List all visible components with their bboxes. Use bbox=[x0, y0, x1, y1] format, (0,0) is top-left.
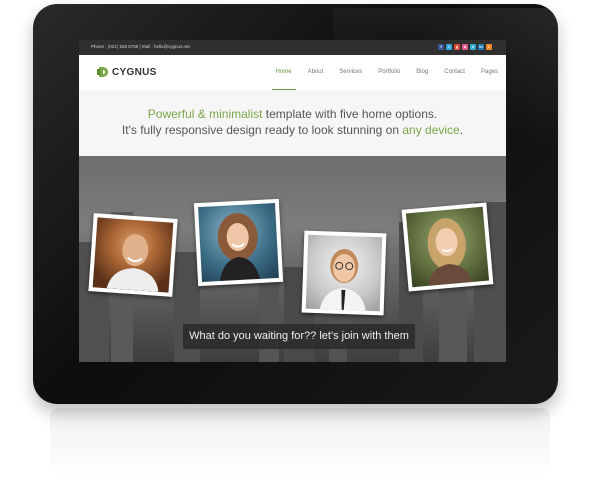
team-photo-1 bbox=[88, 213, 178, 297]
google-plus-icon[interactable]: g bbox=[454, 44, 460, 50]
man-glasses-portrait bbox=[319, 249, 366, 311]
woman-blonde-portrait bbox=[427, 218, 473, 286]
dribbble-icon[interactable]: d bbox=[462, 44, 468, 50]
nav-item-about[interactable]: About bbox=[300, 55, 332, 90]
tagline-highlight-1: Powerful & minimalist bbox=[147, 107, 263, 121]
join-caption: What do you waiting for?? let's join wit… bbox=[183, 324, 415, 349]
contact-info: Phone : (021) 555 6789 | Mail : hello@cy… bbox=[91, 44, 190, 49]
nav-item-services[interactable]: Services bbox=[331, 55, 370, 90]
main-nav: Home About Services Portfolio Blog Contact Pag… bbox=[268, 55, 506, 90]
tablet-reflection bbox=[50, 408, 550, 478]
man-bald-portrait bbox=[106, 234, 159, 292]
hero-tagline: Powerful & minimalist template with five… bbox=[79, 90, 506, 156]
tagline-line-2: It's fully responsive design ready to lo… bbox=[79, 123, 506, 137]
facebook-icon[interactable]: f bbox=[438, 44, 444, 50]
team-photo-3 bbox=[301, 230, 387, 316]
nav-item-pages[interactable]: Pages bbox=[473, 55, 506, 90]
tagline-highlight-2: any device bbox=[402, 123, 460, 137]
nav-item-contact[interactable]: Contact bbox=[436, 55, 473, 90]
tagline-line-1: Powerful & minimalist template with five… bbox=[79, 107, 506, 121]
city-background: What do you waiting for?? let's join wit… bbox=[79, 156, 506, 362]
rss-icon[interactable]: r bbox=[486, 44, 492, 50]
nav-item-blog[interactable]: Blog bbox=[408, 55, 436, 90]
social-links: f t g d v in r bbox=[438, 44, 492, 50]
woman-curly-portrait bbox=[217, 213, 260, 282]
linkedin-icon[interactable]: in bbox=[478, 44, 484, 50]
website-screen: Phone : (021) 555 6789 | Mail : hello@cy… bbox=[79, 40, 506, 362]
nav-item-home[interactable]: Home bbox=[268, 55, 300, 90]
team-photo-4 bbox=[401, 202, 494, 292]
top-bar: Phone : (021) 555 6789 | Mail : hello@cy… bbox=[79, 40, 506, 55]
tagline-text-2b: . bbox=[459, 123, 464, 137]
team-photo-2 bbox=[193, 198, 284, 287]
tagline-text-1: template with five home options. bbox=[262, 107, 438, 121]
tagline-text-2a: It's fully responsive design ready to lo… bbox=[121, 123, 403, 137]
logo-icon bbox=[97, 67, 108, 77]
nav-item-portfolio[interactable]: Portfolio bbox=[370, 55, 408, 90]
site-header: CYGNUS Home About Services Portfolio Blog Con… bbox=[79, 55, 506, 91]
twitter-icon[interactable]: t bbox=[446, 44, 452, 50]
brand-name[interactable]: CYGNUS bbox=[112, 67, 157, 78]
vimeo-icon[interactable]: v bbox=[470, 44, 476, 50]
